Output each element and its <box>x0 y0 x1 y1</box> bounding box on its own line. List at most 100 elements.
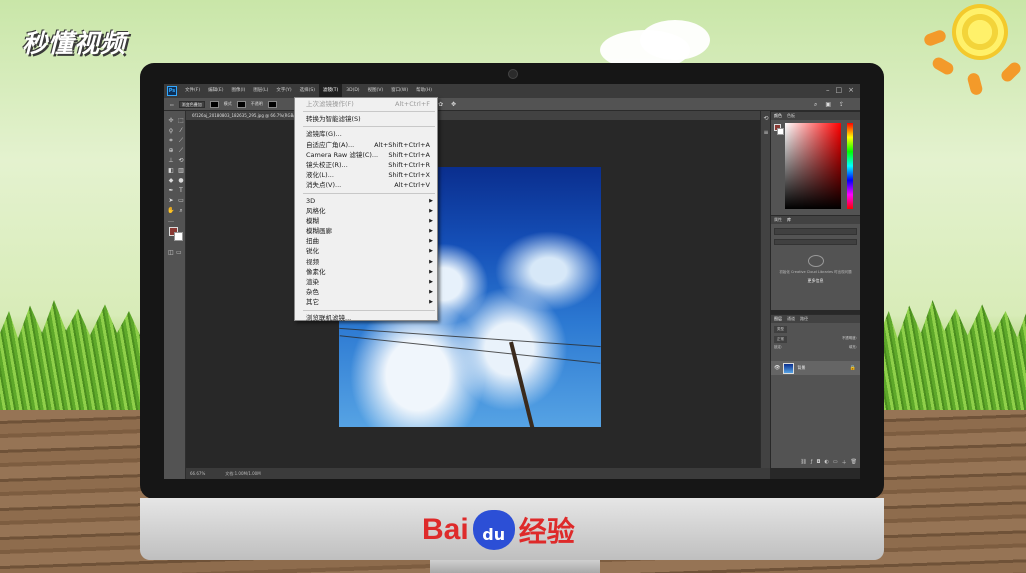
more-info-button[interactable]: 更多信息 <box>771 278 860 284</box>
blend-mode-select[interactable]: 正常 <box>774 336 787 343</box>
move-tool-icon[interactable]: ✢ <box>167 117 175 125</box>
document-tab[interactable]: 6f126aj_20180803_182635_295.jpg @ 66.7%(… <box>186 113 296 118</box>
shape-tool-icon[interactable]: ▭ <box>177 197 185 205</box>
properties-icon[interactable]: ≡ <box>761 129 771 139</box>
tab-libraries[interactable]: 库 <box>787 217 791 223</box>
filter-menu-item[interactable]: 3D ▶ <box>295 196 437 206</box>
folder-icon[interactable]: ▭ <box>833 459 838 466</box>
zoom-level[interactable]: 66.67% <box>190 471 205 476</box>
tab-channels[interactable]: 通道 <box>787 316 795 322</box>
menu-type[interactable]: 文字(Y) <box>272 84 295 98</box>
mask-icon[interactable]: ◘ <box>817 459 821 466</box>
screen-mode-icon[interactable]: ▭ <box>176 249 182 256</box>
eraser-tool-icon[interactable]: ◧ <box>167 167 175 175</box>
menu-layer[interactable]: 图层(L) <box>249 84 272 98</box>
sun-ray-decoration <box>966 71 984 97</box>
menu-view[interactable]: 视图(V) <box>364 84 388 98</box>
menu-item-shortcut: Alt+Ctrl+F <box>395 100 430 108</box>
menu-3d[interactable]: 3D(D) <box>342 84 363 98</box>
minimize-icon[interactable]: – <box>826 86 830 94</box>
layer-row-background[interactable]: 👁 背景 🔒 <box>771 361 860 375</box>
trash-icon[interactable]: 🗑 <box>851 459 857 466</box>
history-icon[interactable]: ⟲ <box>761 115 771 125</box>
lasso-tool-icon[interactable]: ϙ <box>167 127 175 135</box>
search-icon[interactable]: ⌕ <box>814 101 817 109</box>
settings-icon[interactable]: ✿ <box>438 101 443 108</box>
menu-help[interactable]: 帮助(H) <box>412 84 436 98</box>
panel-background-swatch[interactable] <box>777 128 784 135</box>
target-icon[interactable]: ✥ <box>451 101 456 108</box>
menu-edit[interactable]: 编辑(E) <box>204 84 227 98</box>
path-selection-tool-icon[interactable]: ➤ <box>167 197 175 205</box>
filter-menu-item[interactable]: 镜头校正(R)... Shift+Ctrl+R <box>295 160 437 170</box>
library-search-input[interactable] <box>774 239 857 245</box>
crop-tool-icon[interactable]: ⌗ <box>167 137 175 145</box>
tab-color[interactable]: 颜色 <box>774 113 782 119</box>
filter-menu-item[interactable]: 像素化 ▶ <box>295 267 437 277</box>
filter-menu-item[interactable]: 渲染 ▶ <box>295 277 437 287</box>
history-brush-tool-icon[interactable]: ⟲ <box>177 157 185 165</box>
color-swatch[interactable] <box>267 100 277 108</box>
filter-menu-item[interactable]: 视频 ▶ <box>295 257 437 267</box>
tab-paths[interactable]: 路径 <box>800 316 808 322</box>
menu-window[interactable]: 窗口(W) <box>387 84 412 98</box>
gradient-tool-icon[interactable]: ▥ <box>177 167 185 175</box>
eye-icon[interactable]: 👁 <box>774 365 780 371</box>
hand-tool-icon[interactable]: ✋ <box>167 207 175 215</box>
zoom-tool-icon[interactable]: ⌕ <box>177 207 185 215</box>
photoshop-app-icon[interactable]: Ps <box>167 86 177 96</box>
blur-tool-icon[interactable]: ◆ <box>167 177 175 185</box>
menu-image[interactable]: 图像(I) <box>227 84 249 98</box>
link-icon[interactable]: ⛓ <box>800 459 806 466</box>
eyedropper-tool-icon[interactable]: ⟋ <box>177 137 185 145</box>
menu-select[interactable]: 选择(S) <box>296 84 319 98</box>
filter-menu-item[interactable]: 风格化 ▶ <box>295 206 437 216</box>
new-layer-icon[interactable]: ＋ <box>842 459 847 466</box>
color-swatch[interactable] <box>236 100 246 108</box>
filter-menu-item[interactable]: 杂色 ▶ <box>295 287 437 297</box>
filter-menu-item[interactable]: 其它 ▶ <box>295 297 437 307</box>
marquee-tool-icon[interactable]: ⬚ <box>177 117 185 125</box>
filter-menu-item[interactable]: 转换为智能滤镜(S) <box>295 114 437 124</box>
layer-kind-select[interactable]: 类型 <box>774 326 787 333</box>
filter-menu-item[interactable]: Camera Raw 滤镜(C)... Shift+Ctrl+A <box>295 150 437 160</box>
color-swatch[interactable] <box>209 100 219 108</box>
adjustment-icon[interactable]: ◐ <box>825 459 829 466</box>
type-tool-icon[interactable]: T <box>177 187 185 195</box>
share-icon[interactable]: ⇪ <box>839 101 844 109</box>
filter-menu-item[interactable]: 自适应广角(A)... Alt+Shift+Ctrl+A <box>295 140 437 150</box>
filter-menu-item[interactable]: 扭曲 ▶ <box>295 236 437 246</box>
healing-brush-tool-icon[interactable]: ⊕ <box>167 147 175 155</box>
quick-mask-icon[interactable]: ◫ <box>168 249 174 256</box>
dodge-tool-icon[interactable]: ● <box>177 177 185 185</box>
menu-file[interactable]: 文件(F) <box>181 84 204 98</box>
background-color-swatch[interactable] <box>174 232 183 241</box>
clone-stamp-tool-icon[interactable]: ⊥ <box>167 157 175 165</box>
workspace-icon[interactable]: ▣ <box>825 101 831 109</box>
fx-icon[interactable]: ƒ <box>811 459 813 466</box>
filter-menu-item[interactable]: 模糊 ▶ <box>295 216 437 226</box>
filter-menu-item[interactable]: 锐化 ▶ <box>295 246 437 256</box>
tool-preset-icon[interactable]: ▭ <box>170 102 174 107</box>
menu-filter[interactable]: 滤镜(T) <box>318 84 343 98</box>
library-select[interactable] <box>774 228 857 235</box>
style-select[interactable]: 渐变色叠加 <box>178 100 205 108</box>
tab-swatches[interactable]: 色板 <box>787 113 795 119</box>
close-icon[interactable]: × <box>848 86 854 94</box>
pen-tool-icon[interactable]: ✒ <box>167 187 175 195</box>
filter-menu-item[interactable]: 液化(L)... Shift+Ctrl+X <box>295 170 437 180</box>
more-tools-icon[interactable]: … <box>167 217 175 225</box>
maximize-icon[interactable]: □ <box>836 86 843 94</box>
tab-properties[interactable]: 属性 <box>774 217 782 223</box>
canvas-area[interactable] <box>186 120 748 468</box>
filter-menu-item[interactable]: 消失点(V)... Alt+Ctrl+V <box>295 180 437 190</box>
brush-tool-icon[interactable]: ⟋ <box>177 147 185 155</box>
tab-layers[interactable]: 图层 <box>774 316 782 322</box>
menu-item-label: 消失点(V)... <box>306 181 342 190</box>
color-picker-field[interactable] <box>785 123 841 209</box>
filter-menu-item[interactable]: 浏览联机滤镜... <box>295 313 437 323</box>
filter-menu-item[interactable]: 模糊画廊 ▶ <box>295 226 437 236</box>
hue-slider[interactable] <box>847 123 853 209</box>
filter-menu-item[interactable]: 滤镜库(G)... <box>295 129 437 139</box>
magic-wand-tool-icon[interactable]: ⁄ <box>177 127 185 135</box>
